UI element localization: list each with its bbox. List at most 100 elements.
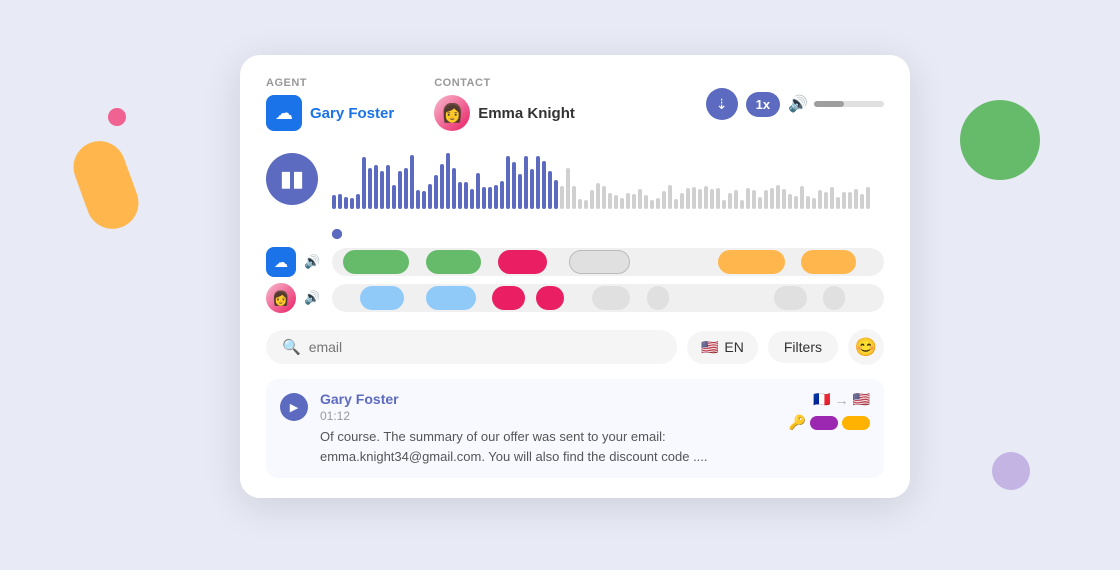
source-flag: 🇫🇷 xyxy=(813,391,830,408)
agent-label: AGENT xyxy=(266,77,394,89)
waveform-bar-0 xyxy=(332,195,336,209)
agent-track-row: ☁ 🔊 xyxy=(266,247,884,277)
waveform-bar-63 xyxy=(710,189,714,209)
contact-seg-6 xyxy=(647,286,669,310)
waveform-bar-62 xyxy=(704,186,708,209)
tag-pill-2 xyxy=(842,416,870,430)
waveform-bar-50 xyxy=(632,194,636,209)
agent-seg-3 xyxy=(498,250,548,274)
agent-seg-1 xyxy=(343,250,409,274)
waveform-bar-19 xyxy=(446,153,450,209)
waveform-bar-71 xyxy=(758,197,762,209)
agent-avatar: ☁ xyxy=(266,95,302,131)
agent-section: AGENT ☁ Gary Foster xyxy=(266,77,394,131)
waveform-bar-33 xyxy=(530,169,534,209)
waveform-bar-20 xyxy=(452,168,456,209)
waveform-bar-17 xyxy=(434,175,438,209)
waveform-bar-38 xyxy=(560,186,564,209)
waveform-bar-26 xyxy=(488,187,492,209)
contact-seg-4 xyxy=(536,286,564,310)
waveform-bar-34 xyxy=(536,156,540,209)
waveform-bar-69 xyxy=(746,188,750,209)
waveform-bar-57 xyxy=(674,199,678,209)
emoji-button[interactable]: 😊 xyxy=(848,329,884,365)
waveform-bar-18 xyxy=(440,164,444,209)
waveform-bar-87 xyxy=(854,189,858,209)
waveform-bar-88 xyxy=(860,194,864,209)
contact-track-sound-icon: 🔊 xyxy=(304,290,320,306)
waveform-bar-36 xyxy=(548,171,552,209)
contact-name: Emma Knight xyxy=(478,105,575,122)
search-box: 🔍 xyxy=(266,330,677,364)
waveform-bar-39 xyxy=(566,168,570,209)
contact-avatar: 👩 xyxy=(434,95,470,131)
waveform-bar-49 xyxy=(626,193,630,209)
waveform-bar-13 xyxy=(410,155,414,209)
waveform-bar-80 xyxy=(812,198,816,209)
lang-label: EN xyxy=(724,339,743,355)
waveform-bar-59 xyxy=(686,188,690,209)
waveform-bar-53 xyxy=(650,200,654,209)
waveform-bar-42 xyxy=(584,200,588,209)
waveform-bar-48 xyxy=(620,198,624,209)
waveform-row: ▮▮ xyxy=(266,149,884,209)
waveform-bar-86 xyxy=(848,192,852,209)
waveform-bar-5 xyxy=(362,157,366,209)
waveform-bar-32 xyxy=(524,156,528,209)
language-button[interactable]: 🇺🇸 EN xyxy=(687,331,758,364)
waveform-bar-56 xyxy=(668,185,672,209)
waveform-bar-61 xyxy=(698,189,702,209)
waveform-bar-77 xyxy=(794,196,798,209)
search-icon: 🔍 xyxy=(282,338,301,356)
transcript-play-button[interactable]: ▶ xyxy=(280,393,308,421)
transcript-card: ▶ Gary Foster 01:12 Of course. The summa… xyxy=(266,379,884,478)
waveform[interactable] xyxy=(332,149,884,209)
waveform-bar-30 xyxy=(512,162,516,209)
waveform-bar-15 xyxy=(422,191,426,209)
arrow-icon: → xyxy=(835,392,849,408)
waveform-bar-54 xyxy=(656,198,660,209)
marker-pin-3 xyxy=(332,229,342,239)
agent-seg-4 xyxy=(569,250,630,274)
agent-track-sound-icon: 🔊 xyxy=(304,254,320,270)
pause-button[interactable]: ▮▮ xyxy=(266,153,318,205)
contact-seg-1 xyxy=(360,286,404,310)
contact-seg-2 xyxy=(426,286,476,310)
tag-pill-1 xyxy=(810,416,838,430)
playback-controls: ⇣ 1x 🔊 xyxy=(706,88,884,120)
speed-button[interactable]: 1x xyxy=(746,92,780,117)
waveform-bar-84 xyxy=(836,197,840,209)
waveform-bar-85 xyxy=(842,192,846,210)
transcript-time: 01:12 xyxy=(320,409,350,423)
agent-person: ☁ Gary Foster xyxy=(266,95,394,131)
search-input[interactable] xyxy=(309,339,661,355)
waveform-bar-60 xyxy=(692,187,696,209)
header-row: AGENT ☁ Gary Foster CONTACT 👩 Emma Knigh… xyxy=(266,77,884,131)
download-button[interactable]: ⇣ xyxy=(706,88,738,120)
contact-track-avatar: 👩 xyxy=(266,283,296,313)
waveform-bar-16 xyxy=(428,184,432,209)
waveform-bar-1 xyxy=(338,194,342,209)
waveform-bar-14 xyxy=(416,190,420,209)
contact-person: 👩 Emma Knight xyxy=(434,95,575,131)
volume-bar[interactable] xyxy=(814,101,884,107)
waveform-bar-52 xyxy=(644,195,648,209)
waveform-bar-76 xyxy=(788,194,792,209)
agent-track xyxy=(332,248,884,276)
waveform-bar-65 xyxy=(722,200,726,209)
waveform-bar-7 xyxy=(374,165,378,209)
waveform-bar-6 xyxy=(368,168,372,209)
waveform-bar-72 xyxy=(764,190,768,209)
waveform-bar-82 xyxy=(824,192,828,209)
waveform-bar-25 xyxy=(482,187,486,209)
contact-seg-5 xyxy=(592,286,631,310)
waveform-bar-41 xyxy=(578,199,582,209)
waveform-bar-55 xyxy=(662,191,666,209)
waveform-bar-3 xyxy=(350,198,354,209)
agent-track-avatar: ☁ xyxy=(266,247,296,277)
volume-icon: 🔊 xyxy=(788,94,808,114)
key-icon: 🔑 xyxy=(789,414,806,431)
filters-button[interactable]: Filters xyxy=(768,331,838,363)
waveform-bar-29 xyxy=(506,156,510,209)
waveform-bar-8 xyxy=(380,171,384,210)
